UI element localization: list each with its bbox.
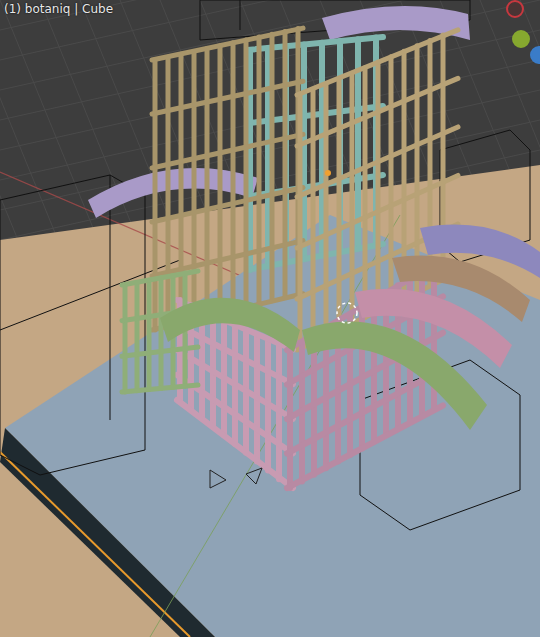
3d-viewport[interactable]: (1) botaniq | Cube — [0, 0, 540, 637]
axis-gizmo-icon[interactable] — [512, 30, 530, 48]
axis-gizmo-icon[interactable] — [506, 0, 524, 18]
scene-view[interactable] — [0, 0, 540, 637]
viewport-header: (1) botaniq | Cube — [4, 2, 113, 16]
